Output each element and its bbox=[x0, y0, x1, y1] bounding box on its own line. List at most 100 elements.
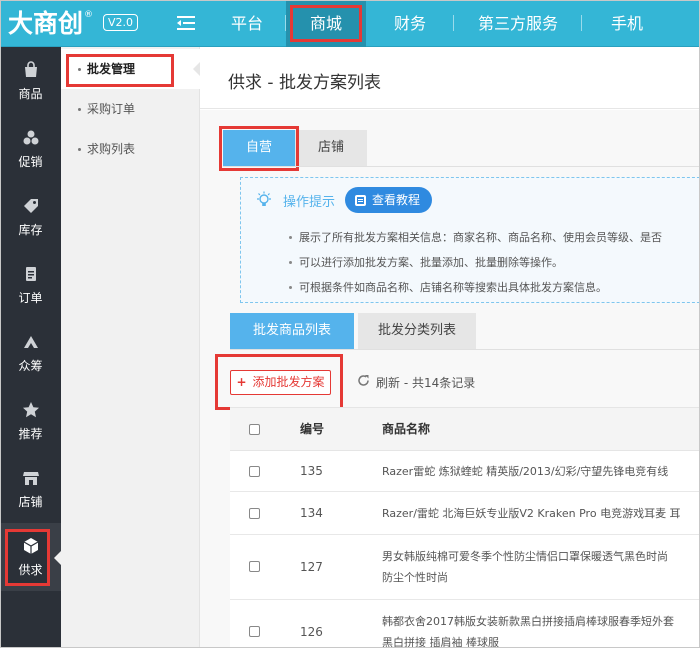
highlight-box bbox=[290, 5, 362, 42]
crowdfund-icon bbox=[21, 333, 41, 353]
table-row[interactable]: 127 男女韩版纯棉可爱冬季个性防尘情侣口罩保暖透气黑色时尚 防尘个性时尚 bbox=[230, 535, 700, 600]
add-wholesale-plan-button[interactable]: + 添加批发方案 bbox=[230, 370, 331, 395]
logo-text: 大商创 bbox=[8, 9, 84, 38]
content-area: 自营 店铺 操作提示 查看教程 展示了所有批发方案相关信息：商家名称、商品名称、… bbox=[200, 110, 700, 648]
highlight-box bbox=[219, 126, 299, 171]
store-icon bbox=[21, 469, 41, 489]
nav-item-third-party[interactable]: 第三方服务 bbox=[454, 0, 582, 47]
sidebar: 商品 促销 库存 订单 众筹 推荐 店铺 供求 bbox=[0, 47, 61, 648]
sidebar-item-goods[interactable]: 商品 bbox=[0, 47, 61, 115]
sidebar-label: 推荐 bbox=[18, 427, 43, 441]
sidebar-item-orders[interactable]: 订单 bbox=[0, 251, 61, 319]
subnav-item-wholesale[interactable]: 批发管理 bbox=[61, 49, 200, 89]
nav-item-mall[interactable]: 商城 bbox=[286, 0, 366, 47]
nav-item-platform[interactable]: 平台 bbox=[208, 0, 286, 47]
book-icon bbox=[355, 194, 367, 206]
row-name[interactable]: 韩都衣舍2017韩版女装新款黑白拼接插肩棒球服春季短外套 bbox=[382, 611, 700, 632]
bullet bbox=[78, 68, 81, 71]
row-checkbox[interactable] bbox=[249, 466, 260, 477]
row-id: 127 bbox=[300, 560, 323, 574]
row-checkbox[interactable] bbox=[249, 561, 260, 572]
refresh-icon bbox=[357, 374, 370, 391]
order-icon bbox=[21, 265, 41, 285]
sidebar-label: 商品 bbox=[18, 87, 43, 101]
promo-icon bbox=[21, 129, 41, 149]
highlight-box bbox=[66, 54, 174, 87]
bullet bbox=[78, 108, 81, 111]
subnav-label: 求购列表 bbox=[87, 142, 136, 156]
bag-icon bbox=[21, 61, 41, 81]
row-name[interactable]: Razer雷蛇 炼狱蝰蛇 精英版/2013/幻彩/守望先锋电竞有线 bbox=[382, 461, 700, 482]
top-nav: 平台 商城 财务 第三方服务 手机 bbox=[208, 0, 672, 47]
tab-divider bbox=[230, 349, 700, 350]
wholesale-table: 编号 商品名称 135 Razer雷蛇 炼狱蝰蛇 精英版/2013/幻彩/守望先… bbox=[230, 407, 700, 648]
button-label: 添加批发方案 bbox=[252, 375, 325, 389]
table-header: 编号 商品名称 bbox=[230, 407, 700, 451]
sidebar-label: 订单 bbox=[18, 291, 43, 305]
tab-wholesale-goods[interactable]: 批发商品列表 bbox=[230, 313, 354, 349]
lightbulb-icon bbox=[255, 191, 273, 209]
subnav-item-wanted-list[interactable]: 求购列表 bbox=[61, 129, 200, 169]
record-count: 刷新 - 共14条记录 bbox=[376, 376, 476, 390]
row-name[interactable]: Razer/雷蛇 北海巨妖专业版V2 Kraken Pro 电竞游戏耳麦 耳 bbox=[382, 503, 700, 524]
page-header: 供求 - 批发方案列表 bbox=[200, 47, 700, 109]
button-label: 查看教程 bbox=[372, 193, 421, 207]
sidebar-label: 库存 bbox=[18, 223, 43, 237]
sidebar-item-promo[interactable]: 促销 bbox=[0, 115, 61, 183]
tips-list: 展示了所有批发方案相关信息：商家名称、商品名称、使用会员等级、是否 可以进行添加… bbox=[285, 225, 700, 300]
logo[interactable]: 大商创 ® V2.0 bbox=[8, 6, 139, 38]
active-caret bbox=[54, 551, 61, 565]
sidebar-label: 供求 bbox=[18, 563, 43, 577]
row-checkbox[interactable] bbox=[249, 626, 260, 637]
sidebar-item-crowdfund[interactable]: 众筹 bbox=[0, 319, 61, 387]
sidebar-item-supply[interactable]: 供求 bbox=[0, 523, 61, 591]
scope-tabs: 自营 店铺 bbox=[219, 126, 367, 171]
tip-item: 展示了所有批发方案相关信息：商家名称、商品名称、使用会员等级、是否 bbox=[285, 225, 700, 250]
tip-item: 可以进行添加批发方案、批量添加、批量删除等操作。 bbox=[285, 250, 700, 275]
column-header-id: 编号 bbox=[300, 422, 325, 436]
sidebar-label: 众筹 bbox=[18, 359, 43, 373]
row-name-line2[interactable]: 黑白拼接 插肩袖 棒球服 bbox=[382, 632, 700, 648]
sidebar-item-recommend[interactable]: 推荐 bbox=[0, 387, 61, 455]
registered-mark: ® bbox=[84, 10, 94, 20]
bullet bbox=[78, 148, 81, 151]
sidebar-item-stock[interactable]: 库存 bbox=[0, 183, 61, 251]
table-row[interactable]: 134 Razer/雷蛇 北海巨妖专业版V2 Kraken Pro 电竞游戏耳麦… bbox=[230, 492, 700, 535]
tip-item: 可根据条件如商品名称、店铺名称等搜索出具体批发方案信息。 bbox=[285, 275, 700, 300]
menu-toggle-icon[interactable] bbox=[177, 14, 195, 32]
toolbar: + 添加批发方案 刷新 - 共14条记录 bbox=[215, 354, 700, 410]
tab-divider bbox=[223, 166, 700, 167]
view-tutorial-button[interactable]: 查看教程 bbox=[345, 187, 433, 213]
tab-wholesale-categories[interactable]: 批发分类列表 bbox=[358, 313, 476, 349]
row-id: 135 bbox=[300, 464, 323, 478]
select-all-checkbox[interactable] bbox=[249, 424, 260, 435]
top-bar: 大商创 ® V2.0 平台 商城 财务 第三方服务 手机 bbox=[0, 0, 700, 47]
tab-self-operated[interactable]: 自营 bbox=[219, 126, 299, 171]
row-id: 134 bbox=[300, 506, 323, 520]
column-header-name: 商品名称 bbox=[382, 422, 431, 436]
sidebar-item-store[interactable]: 店铺 bbox=[0, 455, 61, 523]
sub-nav: 批发管理 采购订单 求购列表 bbox=[61, 47, 200, 648]
tab-store[interactable]: 店铺 bbox=[295, 130, 367, 166]
plus-icon: + bbox=[236, 375, 247, 389]
table-row[interactable]: 135 Razer雷蛇 炼狱蝰蛇 精英版/2013/幻彩/守望先锋电竞有线 bbox=[230, 451, 700, 492]
main-panel: 供求 - 批发方案列表 自营 店铺 操作提示 查看教程 展示了所有批发方案相关信… bbox=[200, 47, 700, 648]
list-tabs: 批发商品列表 批发分类列表 bbox=[230, 313, 480, 349]
tips-panel: 操作提示 查看教程 展示了所有批发方案相关信息：商家名称、商品名称、使用会员等级… bbox=[240, 177, 700, 303]
row-checkbox[interactable] bbox=[249, 508, 260, 519]
star-icon bbox=[21, 401, 41, 421]
row-name-line2[interactable]: 防尘个性时尚 bbox=[382, 567, 700, 588]
tips-header: 操作提示 查看教程 bbox=[255, 187, 433, 213]
nav-item-mobile[interactable]: 手机 bbox=[582, 0, 672, 47]
active-arrow bbox=[193, 62, 200, 76]
page-title: 供求 - 批发方案列表 bbox=[228, 73, 381, 93]
subnav-item-purchase-orders[interactable]: 采购订单 bbox=[61, 89, 200, 129]
refresh-button[interactable]: 刷新 - 共14条记录 bbox=[357, 374, 475, 391]
tag-icon bbox=[21, 197, 41, 217]
cube-icon bbox=[21, 537, 41, 557]
sidebar-label: 促销 bbox=[18, 155, 43, 169]
table-row[interactable]: 126 韩都衣舍2017韩版女装新款黑白拼接插肩棒球服春季短外套 黑白拼接 插肩… bbox=[230, 600, 700, 648]
row-id: 126 bbox=[300, 625, 323, 639]
nav-item-finance[interactable]: 财务 bbox=[366, 0, 454, 47]
row-name[interactable]: 男女韩版纯棉可爱冬季个性防尘情侣口罩保暖透气黑色时尚 bbox=[382, 546, 700, 567]
